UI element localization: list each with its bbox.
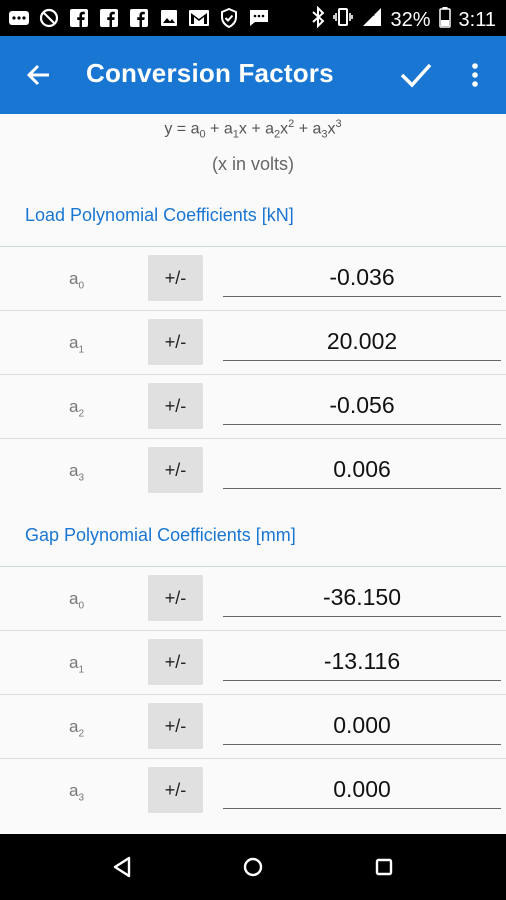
load-row-a2: a2 +/- -0.056 [0, 375, 506, 439]
gap-row-a2: a2 +/- 0.000 [0, 695, 506, 759]
svg-text:R: R [370, 10, 375, 18]
image-icon [158, 7, 180, 29]
sign-toggle-button[interactable]: +/- [148, 639, 203, 685]
coefficient-label: a3 [69, 781, 85, 804]
triangle-back-icon [113, 856, 131, 878]
coefficient-label: a0 [69, 589, 85, 612]
coefficient-label: a1 [69, 333, 85, 356]
gap-section-label: Gap Polynomial Coefficients [mm] [25, 525, 296, 545]
circle-home-icon [243, 857, 263, 877]
gap-row-a3: a3 +/- 0.000 [0, 759, 506, 823]
navigation-bar [0, 834, 506, 900]
coefficient-input[interactable]: -36.150 [223, 579, 501, 617]
coefficient-label: a3 [69, 461, 85, 484]
facebook-icon [68, 7, 90, 29]
nav-recents-button[interactable] [369, 852, 399, 882]
save-button[interactable] [396, 55, 436, 95]
sign-toggle-button[interactable]: +/- [148, 447, 203, 493]
dots-icon [8, 7, 30, 29]
load-row-a0: a0 +/- -0.036 [0, 247, 506, 311]
coefficient-label: a1 [69, 653, 85, 676]
coefficient-input[interactable]: -0.036 [223, 259, 501, 297]
facebook-icon [98, 7, 120, 29]
coefficient-label: a2 [69, 397, 85, 420]
coefficient-input[interactable]: 0.000 [223, 771, 501, 809]
coefficient-input[interactable]: -13.116 [223, 643, 501, 681]
coefficient-input[interactable]: 0.000 [223, 707, 501, 745]
battery-percent: 32% [390, 8, 431, 31]
signal-icon: R [361, 6, 383, 34]
battery-icon [438, 6, 451, 34]
vibrate-icon [332, 6, 353, 34]
coefficient-label: a2 [69, 717, 85, 740]
coefficient-input[interactable]: 0.006 [223, 451, 501, 489]
sign-toggle-button[interactable]: +/- [148, 255, 203, 301]
gap-row-a1: a1 +/- -13.116 [0, 631, 506, 695]
bluetooth-icon [311, 5, 325, 34]
gap-row-a0: a0 +/- -36.150 [0, 567, 506, 631]
arrow-back-icon [26, 64, 49, 86]
app-bar: Conversion Factors [0, 36, 506, 114]
coefficient-input[interactable]: -0.056 [223, 387, 501, 425]
shield-icon [218, 7, 240, 29]
coefficient-input[interactable]: 20.002 [223, 323, 501, 361]
polynomial-equation: y = a0 + a1x + a2x2 + a3x3 [164, 118, 342, 141]
load-row-a3: a3 +/- 0.006 [0, 439, 506, 503]
status-time: 3:11 [458, 8, 496, 31]
square-recents-icon [375, 858, 393, 876]
status-bar: R 32% 3:11 [0, 0, 506, 36]
sign-toggle-button[interactable]: +/- [148, 767, 203, 813]
blocked-icon [38, 7, 60, 29]
units-note: (x in volts) [211, 154, 294, 174]
system-status: R 32% 3:11 [311, 5, 496, 34]
gmail-icon [188, 7, 210, 29]
page-title: Conversion Factors [86, 58, 334, 88]
load-row-a1: a1 +/- 20.002 [0, 311, 506, 375]
coefficient-label: a0 [69, 269, 85, 292]
more-options-button[interactable] [460, 55, 490, 95]
notification-icons [8, 7, 270, 29]
sign-toggle-button[interactable]: +/- [148, 383, 203, 429]
sign-toggle-button[interactable]: +/- [148, 319, 203, 365]
nav-back-button[interactable] [107, 852, 137, 882]
more-vert-icon [472, 63, 478, 87]
load-section-label: Load Polynomial Coefficients [kN] [25, 205, 294, 225]
facebook-icon [128, 7, 150, 29]
sign-toggle-button[interactable]: +/- [148, 575, 203, 621]
content: y = a0 + a1x + a2x2 + a3x3 (x in volts) … [0, 114, 506, 834]
back-button[interactable] [18, 55, 58, 95]
nav-home-button[interactable] [238, 852, 268, 882]
check-icon [400, 63, 432, 88]
message-icon [248, 7, 270, 29]
sign-toggle-button[interactable]: +/- [148, 703, 203, 749]
